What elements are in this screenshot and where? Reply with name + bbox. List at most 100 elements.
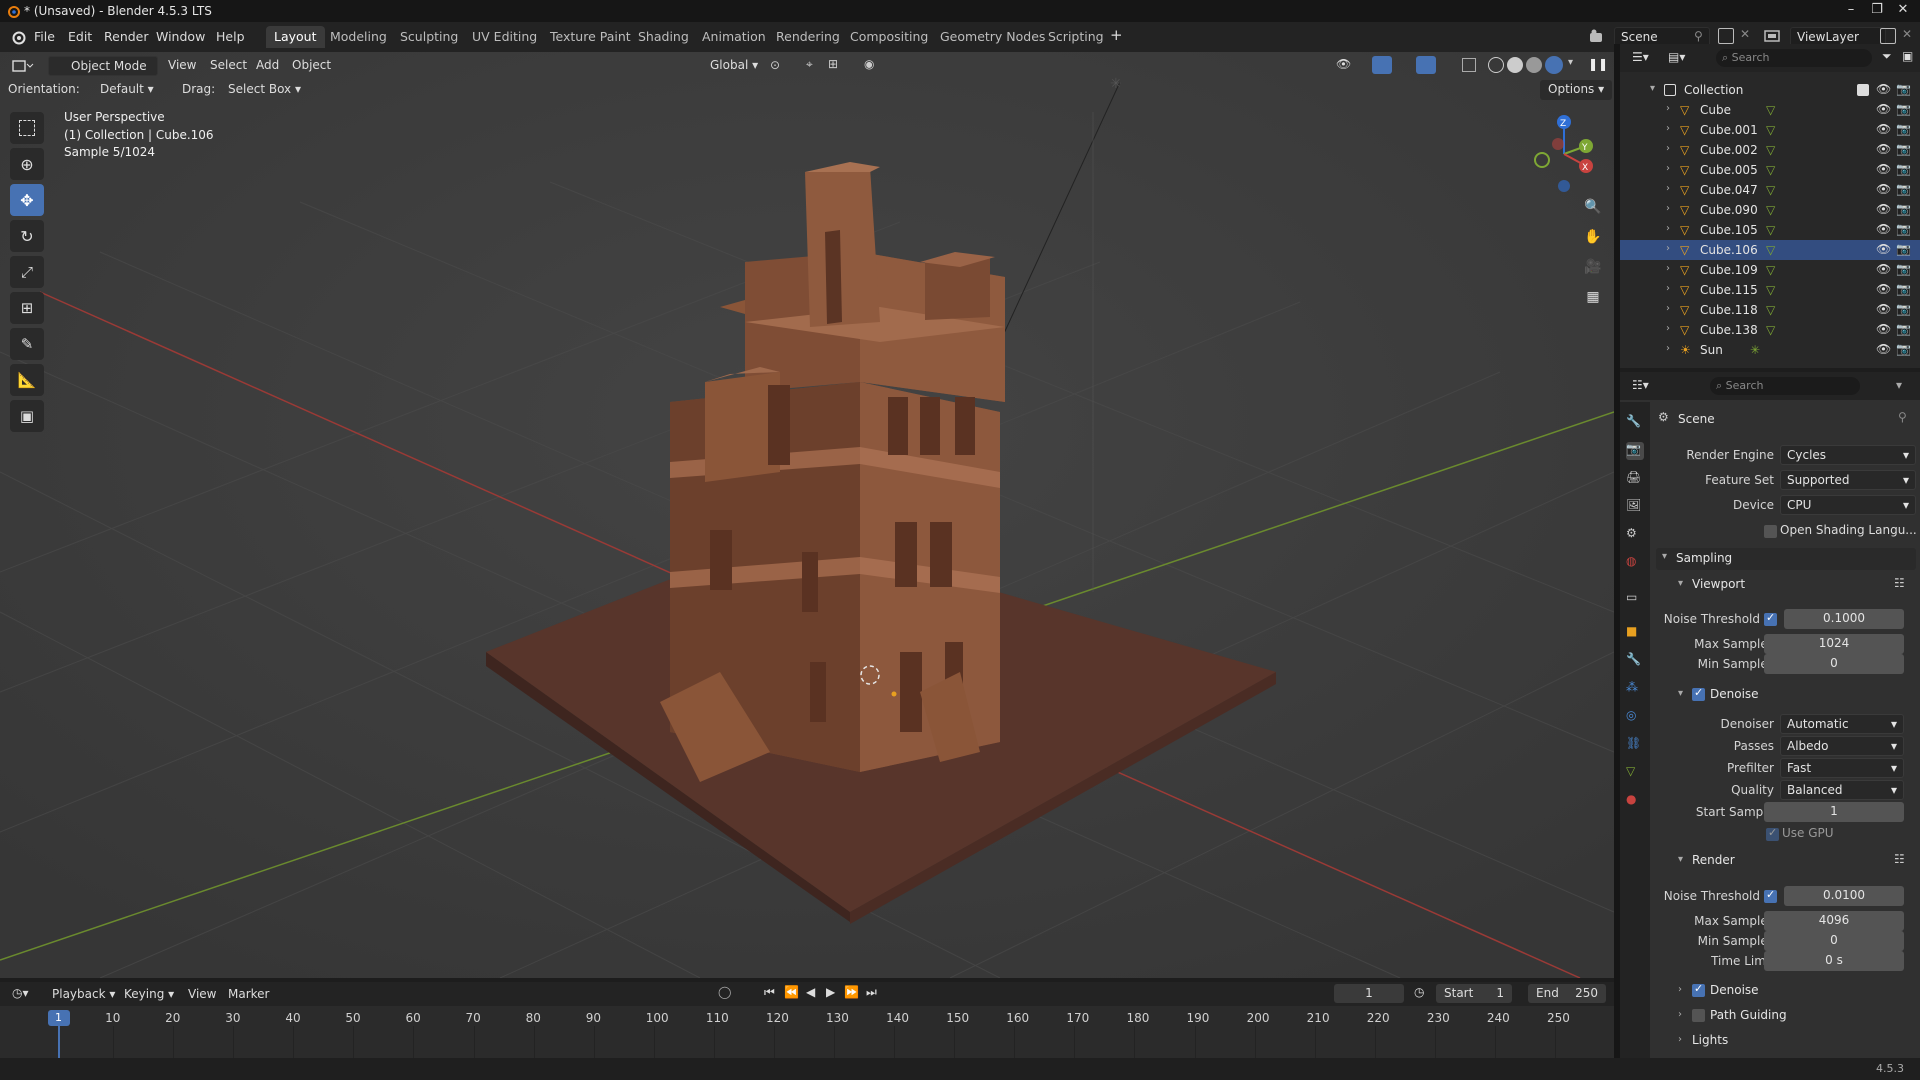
options-dropdown[interactable]: Options ▾	[1540, 80, 1613, 100]
cursor-tool[interactable]: ⊕	[10, 148, 44, 180]
properties-editor-type-icon[interactable]: ☷▾	[1632, 378, 1649, 392]
add-cube-tool[interactable]: ▣	[10, 400, 44, 432]
visibility-eye-icon[interactable]: 👁	[1876, 242, 1891, 256]
pin-context-icon[interactable]: ⚲	[1898, 410, 1907, 424]
add-workspace-button[interactable]: +	[1110, 26, 1123, 44]
outliner-object-row[interactable]: › ▽ Cube.001 ▽ 👁 📷	[1620, 120, 1920, 140]
rendered-shading-icon[interactable]	[1545, 56, 1563, 74]
overlay-toggle-icon[interactable]	[1416, 56, 1436, 74]
render-noise-threshold-field[interactable]: 0.0100	[1784, 886, 1904, 906]
viewport-denoise-checkbox[interactable]	[1692, 686, 1705, 701]
exclude-checkbox[interactable]	[1857, 84, 1869, 96]
expand-arrow-icon[interactable]: ›	[1666, 123, 1670, 134]
use-gpu-checkbox[interactable]	[1766, 826, 1779, 841]
object-menu[interactable]: Object	[286, 56, 337, 76]
prefilter-dropdown[interactable]: Fast ▾	[1780, 758, 1904, 778]
tab-rendering[interactable]: Rendering	[768, 26, 848, 48]
viewport-min-samples-field[interactable]: 0	[1764, 654, 1904, 674]
timeline-editor-type-icon[interactable]: ◷▾	[12, 986, 29, 1000]
passes-dropdown[interactable]: Albedo ▾	[1780, 736, 1904, 756]
constraints-tab-icon[interactable]: ⛓	[1626, 736, 1644, 754]
new-viewlayer-icon[interactable]	[1880, 28, 1896, 44]
render-denoise-title[interactable]: Denoise	[1710, 983, 1759, 997]
render-expand-icon[interactable]: ▾	[1678, 854, 1683, 865]
viewport-noise-threshold-field[interactable]: 0.1000	[1784, 609, 1904, 629]
visibility-eye-icon[interactable]: 👁	[1876, 222, 1891, 236]
pivot-icon[interactable]: ⊙	[770, 58, 780, 72]
viewport-expand-icon[interactable]: ▾	[1678, 578, 1683, 589]
feature-set-dropdown[interactable]: Supported ▾	[1780, 470, 1916, 490]
viewport-presets-icon[interactable]: ☷	[1894, 576, 1905, 590]
render-camera-icon[interactable]: 📷	[1896, 322, 1911, 336]
render-camera-icon[interactable]: 📷	[1896, 182, 1911, 196]
end-frame-field[interactable]: End 250	[1528, 984, 1606, 1003]
view-layer-tab-icon[interactable]: 🖼	[1626, 498, 1644, 516]
lights-expand-icon[interactable]: ›	[1678, 1034, 1682, 1045]
annotate-tool[interactable]: ✎	[10, 328, 44, 360]
delete-viewlayer-icon[interactable]: ✕	[1902, 27, 1912, 41]
viewlayer-icon[interactable]	[1764, 28, 1782, 44]
menu-help[interactable]: Help	[216, 29, 245, 44]
object-name[interactable]: Cube.118	[1700, 303, 1758, 317]
outliner-object-row[interactable]: › ▽ Cube.002 ▽ 👁 📷	[1620, 140, 1920, 160]
render-camera-icon[interactable]: 📷	[1896, 222, 1911, 236]
render-camera-icon[interactable]: 📷	[1896, 102, 1911, 116]
material-shading-icon[interactable]	[1526, 57, 1542, 73]
outliner-object-row[interactable]: › ☀ Sun ✳ 👁 📷	[1620, 340, 1920, 360]
time-limit-field[interactable]: 0 s	[1764, 951, 1904, 971]
snap-icon[interactable]: ⌖	[806, 57, 813, 72]
outliner-object-row[interactable]: › ▽ Cube.118 ▽ 👁 📷	[1620, 300, 1920, 320]
tab-shading[interactable]: Shading	[630, 26, 697, 48]
object-name[interactable]: Cube.106	[1700, 243, 1758, 257]
pause-render-icon[interactable]: ❚❚	[1588, 57, 1608, 71]
viewport-noise-threshold-checkbox[interactable]	[1764, 611, 1777, 626]
select-menu[interactable]: Select	[204, 56, 253, 76]
visibility-eye-icon[interactable]: 👁	[1876, 182, 1891, 196]
tab-compositing[interactable]: Compositing	[842, 26, 936, 48]
solid-shading-icon[interactable]	[1507, 57, 1523, 73]
xray-toggle-icon[interactable]	[1462, 58, 1476, 72]
editor-type-icon[interactable]	[12, 58, 34, 74]
output-tab-icon[interactable]: 🖨	[1626, 470, 1644, 488]
visibility-eye-icon[interactable]: 👁	[1876, 202, 1891, 216]
object-name[interactable]: Cube.047	[1700, 183, 1758, 197]
frame-ruler[interactable]: 1102030405060708090100110120130140150160…	[0, 1006, 1614, 1058]
expand-arrow-icon[interactable]: ›	[1666, 303, 1670, 314]
play-reverse-icon[interactable]: ◀	[806, 985, 815, 999]
expand-arrow-icon[interactable]: ›	[1666, 183, 1670, 194]
menu-edit[interactable]: Edit	[68, 29, 92, 44]
outliner-object-row[interactable]: › ▽ Cube.005 ▽ 👁 📷	[1620, 160, 1920, 180]
device-dropdown[interactable]: CPU ▾	[1780, 495, 1916, 515]
sampling-panel-header[interactable]: ▾ Sampling	[1656, 548, 1916, 570]
tab-modeling[interactable]: Modeling	[322, 26, 395, 48]
expand-arrow-icon[interactable]: ›	[1666, 143, 1670, 154]
outliner-object-row[interactable]: › ▽ Cube.138 ▽ 👁 📷	[1620, 320, 1920, 340]
render-camera-icon[interactable]: 📷	[1896, 122, 1911, 136]
jump-start-icon[interactable]: ⏮	[764, 985, 775, 1000]
outliner-object-row[interactable]: › ▽ Cube.047 ▽ 👁 📷	[1620, 180, 1920, 200]
expand-arrow-icon[interactable]: ›	[1666, 163, 1670, 174]
measure-tool[interactable]: 📐	[10, 364, 44, 396]
object-name[interactable]: Cube	[1700, 103, 1731, 117]
render-camera-icon[interactable]: 📷	[1896, 282, 1911, 296]
scene-tab-icon[interactable]: ⚙	[1626, 526, 1644, 544]
scene-icon[interactable]	[1588, 28, 1606, 46]
object-name[interactable]: Cube.105	[1700, 223, 1758, 237]
quality-dropdown[interactable]: Balanced ▾	[1780, 780, 1904, 800]
render-camera-icon[interactable]: 📷	[1896, 82, 1911, 96]
object-name[interactable]: Sun	[1700, 343, 1723, 357]
menu-file[interactable]: File	[34, 29, 55, 44]
visibility-eye-icon[interactable]: 👁	[1876, 282, 1891, 296]
render-tab-icon[interactable]: 📷	[1626, 442, 1644, 460]
proportional-edit-icon[interactable]: ◉	[864, 57, 874, 71]
render-camera-icon[interactable]: 📷	[1896, 142, 1911, 156]
move-tool[interactable]: ✥	[10, 184, 44, 216]
display-mode-icon[interactable]: ▤▾	[1668, 50, 1685, 64]
marker-menu[interactable]: Marker	[228, 987, 269, 1001]
osl-checkbox[interactable]	[1764, 525, 1777, 538]
properties-search-field[interactable]: ⌕ Search	[1710, 377, 1860, 395]
play-icon[interactable]: ▶	[826, 985, 835, 999]
visibility-eye-icon[interactable]: 👁	[1876, 82, 1891, 96]
tab-scripting[interactable]: Scripting	[1040, 26, 1112, 48]
shading-options-icon[interactable]: ▾	[1568, 57, 1573, 68]
